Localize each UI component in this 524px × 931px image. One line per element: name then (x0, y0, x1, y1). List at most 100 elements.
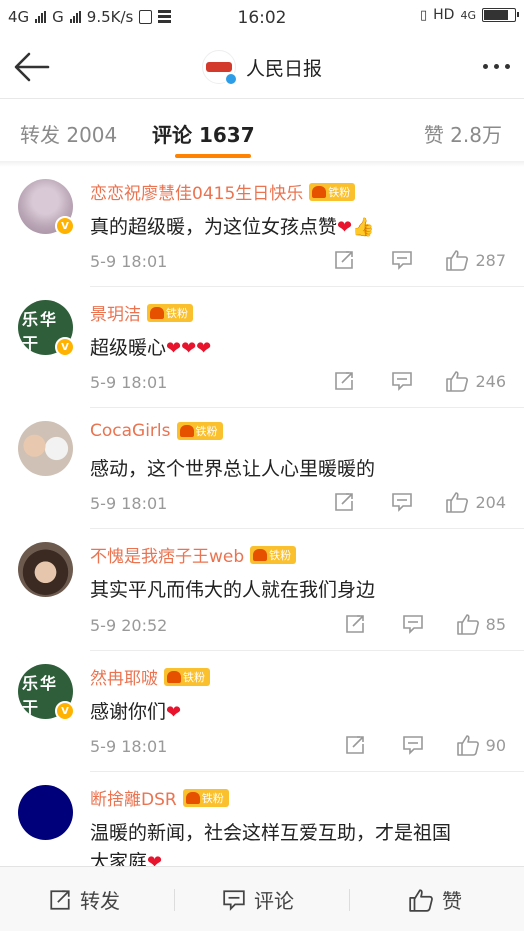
battery-icon (482, 8, 519, 22)
like-count: 246 (475, 371, 506, 391)
like-count: 85 (485, 614, 506, 634)
fan-badge: 铁粉 (182, 788, 229, 807)
nav-title-group: 人民日报 (0, 50, 524, 86)
thumbs-up-icon (456, 614, 479, 635)
comment-item: 断捨離DSR 铁粉 温暖的新闻，社会这样互爱互助，才是祖国 大家庭❤ (0, 773, 524, 866)
repost-button[interactable]: 转发 (48, 867, 120, 931)
comment-item: 乐华 干 V 然冉耶啵 铁粉 感谢你们❤ 5-9 18:01 90 (0, 652, 524, 772)
row-divider (90, 771, 524, 772)
crown-icon (312, 185, 327, 198)
crown-icon (253, 548, 268, 561)
share-button[interactable] (333, 492, 355, 512)
avatar[interactable] (18, 421, 73, 476)
comment-text: 温暖的新闻，社会这样互爱互助，才是祖国 (90, 822, 452, 844)
comment-text-line2: 大家庭❤ (90, 847, 162, 866)
thumbs-up-icon (446, 492, 469, 513)
reply-button[interactable] (402, 735, 424, 755)
comment-icon (223, 889, 245, 911)
comment-item: 乐华 干 V 景玥洁 铁粉 超级暖心❤❤❤ 5-9 18:01 246 (0, 288, 524, 408)
logo-icon (205, 62, 232, 72)
thumbs-up-icon (446, 250, 469, 271)
comment-author[interactable]: 断捨離DSR (90, 785, 177, 810)
verified-icon (223, 72, 238, 86)
status-bar: 4G G 9.5K/s 16:02 ▯ HD 4G (0, 0, 524, 36)
share-button[interactable] (344, 735, 366, 755)
comment-item: 不愧是我痞子王web 铁粉 其实平凡而伟大的人就在我们身边 5-9 20:52 … (0, 530, 524, 651)
tab-like[interactable]: 赞 2.8万 (424, 119, 502, 148)
share-icon (335, 372, 354, 390)
comment-item: V 恋恋祝廖慧佳0415生日快乐 铁粉 真的超级暖，为这位女孩点赞❤👍 5-9 … (0, 167, 524, 287)
comment-icon (402, 615, 423, 634)
heart-emoji: ❤ (147, 852, 163, 866)
heart-emoji: ❤❤❤ (166, 338, 212, 359)
share-button[interactable] (333, 371, 355, 391)
like-label: 赞 (442, 889, 462, 913)
share-button[interactable] (333, 250, 355, 270)
avatar[interactable]: 乐华 干 V (18, 664, 75, 721)
like-button[interactable]: 204 (445, 491, 506, 513)
like-button[interactable]: 85 (456, 613, 506, 635)
fan-badge: 铁粉 (250, 545, 297, 564)
tab-comment[interactable]: 评论 1637 (152, 119, 255, 148)
row-divider (90, 286, 524, 287)
crown-icon (167, 670, 181, 683)
status-right: ▯ HD 4G (420, 7, 519, 23)
comment-author[interactable]: 然冉耶啵 (90, 664, 158, 689)
comment-time: 5-9 20:52 (90, 616, 168, 635)
like-count: 90 (485, 735, 506, 755)
like-button[interactable]: 90 (456, 734, 506, 756)
reply-button[interactable] (391, 371, 413, 391)
comment-time: 5-9 18:01 (90, 252, 168, 271)
comment-button[interactable]: 评论 (222, 867, 294, 931)
comment-text: 感动，这个世界总让人心里暖暖的 (90, 458, 376, 480)
crown-icon (179, 425, 194, 437)
like-button[interactable]: 287 (445, 249, 506, 271)
comment-time: 5-9 18:01 (90, 737, 168, 756)
avatar[interactable] (18, 542, 73, 597)
reply-button[interactable] (391, 250, 413, 270)
thumbs-up-icon (446, 371, 469, 392)
thumbs-up-icon (409, 888, 433, 912)
row-divider (90, 407, 524, 408)
share-button[interactable] (344, 614, 366, 634)
share-icon (335, 251, 354, 269)
repost-label: 转发 (80, 889, 120, 913)
comment-author[interactable]: 不愧是我痞子王web (90, 542, 244, 567)
avatar[interactable]: V (18, 179, 75, 236)
more-icon[interactable] (483, 64, 510, 69)
vibrate-icon: ▯ (420, 7, 428, 23)
reply-button[interactable] (402, 614, 424, 634)
thumbs-up-icon (456, 735, 479, 756)
comment-text: 真的超级暖，为这位女孩点赞❤👍 (90, 216, 375, 238)
comment-author[interactable]: CocaGirls (90, 421, 171, 441)
comment-time: 5-9 18:01 (90, 494, 168, 513)
comment-time: 5-9 18:01 (90, 373, 168, 392)
separator (349, 889, 350, 911)
comment-icon (392, 372, 413, 391)
comment-text: 超级暖心❤❤❤ (90, 337, 212, 359)
separator (174, 889, 175, 911)
reply-button[interactable] (391, 492, 413, 512)
comment-author[interactable]: 恋恋祝廖慧佳0415生日快乐 (90, 179, 303, 204)
avatar[interactable] (18, 785, 73, 840)
row-divider (90, 528, 524, 529)
avatar[interactable]: 乐华 干 V (18, 300, 75, 357)
comment-icon (392, 251, 413, 270)
page-title[interactable]: 人民日报 (246, 54, 322, 81)
heart-emoji: ❤ (166, 702, 182, 723)
fan-badge: 铁粉 (147, 303, 193, 322)
comment-author[interactable]: 景玥洁 (90, 300, 141, 325)
like-button[interactable]: 246 (445, 370, 506, 392)
comment-icon (392, 493, 413, 512)
fan-badge: 铁粉 (176, 422, 223, 440)
nav-header: 人民日报 (0, 36, 524, 98)
tab-indicator (175, 154, 251, 158)
verified-icon: V (55, 216, 75, 236)
share-icon (50, 889, 70, 910)
account-avatar[interactable] (201, 50, 238, 86)
row-divider (90, 650, 524, 651)
like-post-button[interactable]: 赞 (408, 867, 462, 931)
like-count: 287 (475, 250, 506, 270)
bottom-action-bar: 转发 评论 赞 (0, 866, 524, 931)
tab-repost[interactable]: 转发 2004 (20, 119, 117, 148)
